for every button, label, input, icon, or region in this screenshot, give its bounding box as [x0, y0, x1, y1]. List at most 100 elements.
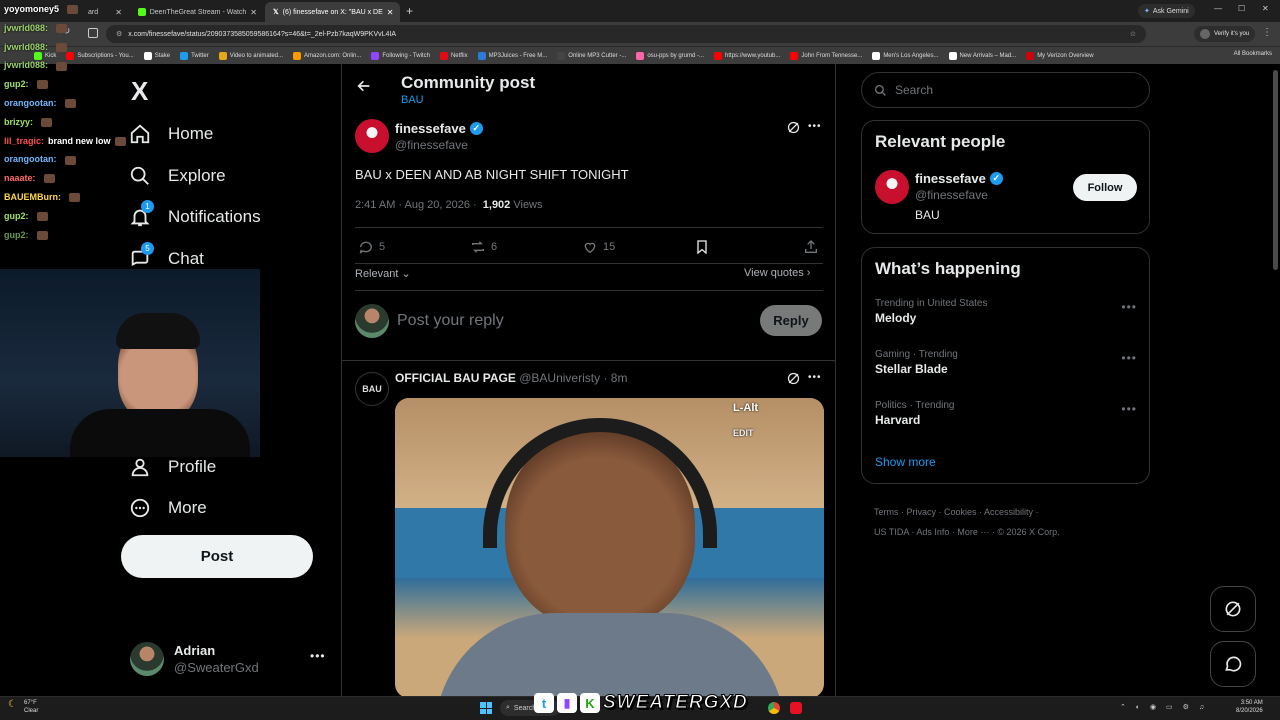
site-info-icon[interactable]: ⚙ [116, 30, 122, 38]
chat-username[interactable]: brizyy: [4, 117, 33, 127]
chat-username[interactable]: naaate: [4, 173, 36, 183]
system-tray[interactable]: ⌃ ◐ ◉ ▭ ⚙ ♫ [1120, 703, 1208, 711]
tab-deen-stream[interactable]: DeenTheGreat Stream - Watch ✕ [130, 2, 265, 22]
trend-item[interactable]: Trending in United States Melody ••• [875, 298, 1137, 332]
nav-explore[interactable]: Explore [128, 164, 226, 188]
like-action[interactable]: 15 [582, 239, 615, 255]
footer-link[interactable]: Cookies [944, 507, 977, 517]
reply-author-row[interactable]: OFFICIAL BAU PAGE @BAUniveristy · 8m [395, 371, 627, 385]
bookmark-item[interactable]: Kick [34, 51, 56, 60]
chat-username[interactable]: orangootan: [4, 98, 57, 108]
bookmark-item[interactable]: Men's Los Angeles... [872, 51, 939, 60]
footer-link[interactable]: More ··· [957, 527, 989, 537]
chat-username[interactable]: jvwrld088: [4, 23, 48, 33]
bookmark-item[interactable]: My Verizon Overview [1026, 51, 1094, 60]
bookmark-item[interactable]: MP3Juices - Free M... [477, 51, 547, 60]
nav-profile[interactable]: Profile [128, 455, 216, 479]
nav-home[interactable]: Home [128, 122, 213, 146]
view-quotes-link[interactable]: View quotes › [744, 267, 810, 279]
more-dots-icon[interactable]: ••• [1121, 351, 1137, 365]
avatar[interactable] [875, 170, 909, 204]
bookmark-item[interactable]: John From Tennesse... [790, 51, 862, 60]
chat-username[interactable]: jvwrld088: [4, 60, 48, 70]
bookmark-item[interactable]: Amazon.com: Onlin... [293, 51, 361, 60]
sidebar-toggle-icon[interactable] [88, 28, 98, 38]
chat-username[interactable]: jvwrld088: [4, 42, 48, 52]
footer-link[interactable]: Privacy [907, 507, 937, 517]
weather-widget[interactable]: ☾ 67°F Clear [8, 699, 38, 715]
close-window-icon[interactable]: ✕ [1262, 4, 1269, 13]
nav-more[interactable]: More [128, 496, 207, 520]
bookmark-item[interactable]: New Arrivals – Mad... [948, 51, 1016, 60]
post-button[interactable]: Post [121, 535, 313, 578]
ask-gemini-button[interactable]: ✦ Ask Gemini [1138, 4, 1195, 18]
maximize-icon[interactable]: ☐ [1238, 4, 1245, 13]
bookmark-action[interactable] [694, 239, 710, 255]
bookmark-item[interactable]: Subscriptions - You... [66, 51, 134, 60]
show-more-link[interactable]: Show more [875, 455, 936, 469]
chat-username[interactable]: orangootan: [4, 154, 57, 164]
chat-username[interactable]: gup2: [4, 79, 29, 89]
more-dots-icon[interactable]: ••• [808, 121, 822, 132]
follow-button[interactable]: Follow [1073, 174, 1137, 201]
chat-username[interactable]: gup2: [4, 211, 29, 221]
scrollbar[interactable] [1273, 70, 1278, 270]
footer-link[interactable]: Terms [874, 507, 899, 517]
search-box[interactable]: Search [861, 72, 1150, 108]
chrome-taskbar-icon[interactable] [768, 702, 780, 714]
start-icon[interactable] [480, 702, 492, 714]
footer-link[interactable]: US TIDA [874, 527, 909, 537]
avatar[interactable]: BAU [355, 372, 389, 406]
author-handle[interactable]: @finessefave [395, 138, 468, 152]
author-name-row[interactable]: finessefave ✓ [395, 121, 483, 136]
clock[interactable]: 3:50 AM 8/20/2026 [1236, 699, 1263, 715]
close-icon[interactable]: ✕ [115, 8, 122, 17]
share-action[interactable] [803, 239, 819, 255]
star-icon[interactable]: ☆ [1130, 30, 1136, 38]
search-input[interactable]: Search [895, 83, 933, 97]
menu-dots-icon[interactable]: ⋮ [1262, 27, 1272, 38]
messages-fab[interactable] [1210, 641, 1256, 687]
post-timestamp[interactable]: 2:41 AM · Aug 20, 2026 · [355, 199, 477, 211]
all-bookmarks-button[interactable]: All Bookmarks [1234, 51, 1272, 57]
bookmark-item[interactable]: https://www.youtub... [714, 51, 780, 60]
chat-username[interactable]: BAUEMBurn: [4, 192, 61, 202]
chat-username[interactable]: yoyomoney5 [4, 4, 59, 14]
community-link[interactable]: BAU [401, 94, 424, 106]
avatar[interactable] [355, 119, 389, 153]
trend-item[interactable]: Gaming · Trending Stellar Blade ••• [875, 349, 1137, 383]
grok-icon[interactable] [786, 120, 801, 140]
more-dots-icon[interactable]: ••• [1121, 402, 1137, 416]
sort-relevant[interactable]: Relevant ⌄ [355, 267, 411, 280]
reply-action[interactable]: 5 [358, 239, 385, 255]
minimize-icon[interactable]: — [1214, 4, 1222, 13]
reply-button[interactable]: Reply [760, 305, 822, 336]
nav-chat[interactable]: 5 Chat [128, 242, 204, 271]
bookmark-item[interactable]: Following - Twitch [371, 51, 430, 60]
app-taskbar-icon[interactable] [790, 702, 802, 714]
bookmark-item[interactable]: Twitter [180, 51, 209, 60]
grok-fab[interactable] [1210, 586, 1256, 632]
more-dots-icon[interactable]: ••• [808, 372, 822, 383]
account-switcher[interactable]: Adrian @SweaterGxd ••• [130, 641, 330, 677]
bookmark-item[interactable]: Online MP3 Cutter -... [557, 51, 626, 60]
more-dots-icon[interactable]: ••• [1121, 300, 1137, 314]
reply-media[interactable]: L-Alt EDIT [395, 398, 824, 696]
reply-input[interactable]: Post your reply [397, 312, 737, 330]
address-bar[interactable]: ⚙ x.com/finessefave/status/2090373585059… [106, 25, 1146, 43]
profile-chip[interactable]: Verify it's you [1194, 26, 1256, 42]
nav-notifications[interactable]: 1 Notifications [128, 200, 261, 229]
person-name-row[interactable]: finessefave ✓ [915, 171, 1003, 186]
chat-username[interactable]: lil_tragic: [4, 136, 44, 146]
new-tab-icon[interactable]: + [406, 4, 413, 18]
close-icon[interactable]: ✕ [387, 8, 394, 17]
trend-item[interactable]: Politics · Trending Harvard ••• [875, 400, 1137, 434]
grok-icon[interactable] [786, 371, 801, 391]
back-arrow-icon[interactable] [356, 78, 372, 99]
close-icon[interactable]: ✕ [250, 8, 257, 17]
bookmark-item[interactable]: Stake [143, 51, 170, 60]
footer-link[interactable]: Accessibility [984, 507, 1033, 517]
bookmark-item[interactable]: osu-pps by grumd -... [636, 51, 704, 60]
tab-x-post[interactable]: 𝕏 (6) finessefave on X: "BAU x DE ✕ [265, 2, 400, 22]
repost-action[interactable]: 6 [470, 239, 497, 255]
